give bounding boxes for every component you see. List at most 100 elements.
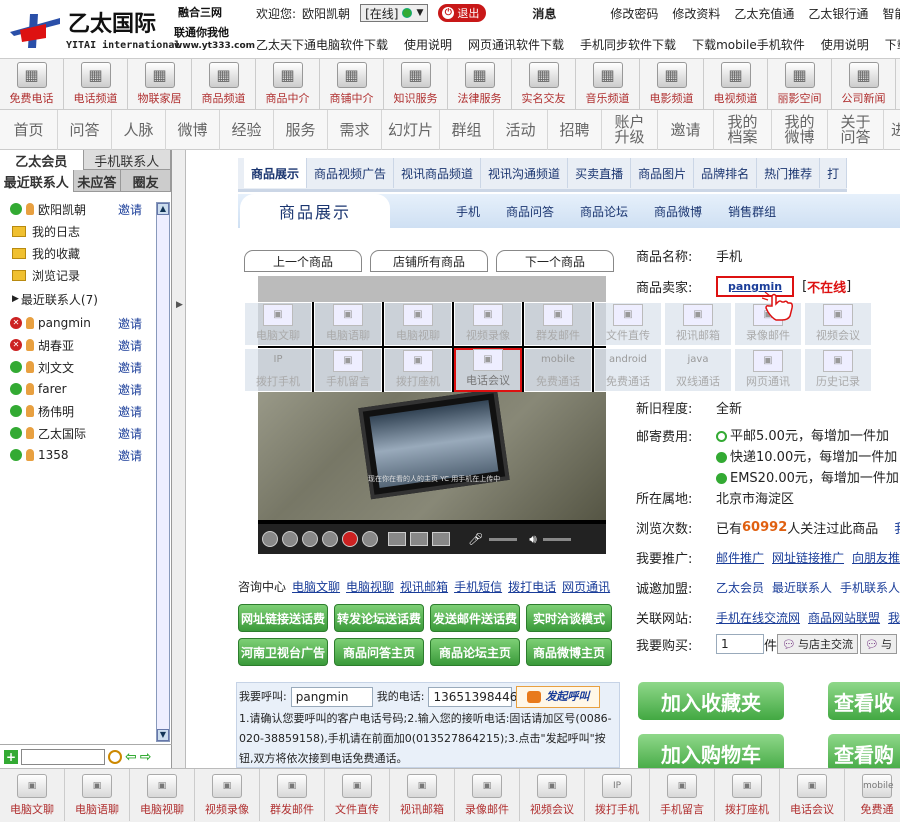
top-link-service[interactable]: 智能客服 — [882, 5, 900, 22]
nav-item-13[interactable]: 我的档案 — [714, 110, 772, 150]
overlay-action-5[interactable]: ▣ 文件直传 — [594, 302, 662, 346]
overlay-action-10[interactable]: ▣ 手机留言 — [314, 348, 382, 392]
contact-item[interactable]: ✕ pangmin 邀请 — [0, 312, 154, 334]
promo-button[interactable]: 商品论坛主页 — [430, 638, 520, 666]
related-link[interactable]: 我 — [888, 609, 900, 626]
promote-link[interactable]: 网址链接推广 — [772, 549, 844, 566]
invite-link[interactable]: 邀请 — [118, 201, 154, 218]
logout-button[interactable]: ⏻ 退出 — [438, 4, 487, 22]
invite-link[interactable]: 邀请 — [118, 447, 154, 464]
folder-item[interactable]: 浏览记录 — [0, 264, 154, 286]
mic-level-slider[interactable] — [489, 537, 518, 541]
top-link-recharge[interactable]: 乙太充值通 — [734, 5, 794, 22]
invite-link[interactable]: 邀请 — [118, 315, 154, 332]
shipping-option[interactable]: 平邮5.00元，每增加一件加 — [716, 426, 899, 447]
scroll-up-icon[interactable]: ▲ — [157, 203, 169, 215]
view-favorites-button[interactable]: 查看收 — [828, 682, 900, 720]
nav-item-9[interactable]: 活动 — [494, 110, 548, 150]
arrow-left-icon[interactable]: ⇦ — [125, 749, 137, 765]
invite-link[interactable]: 邀请 — [118, 381, 154, 398]
consult-link[interactable]: 拨打电话 — [508, 578, 556, 595]
promo-button[interactable]: 河南卫视台广告 — [238, 638, 328, 666]
content-tab-0[interactable]: 商品展示 — [244, 158, 308, 188]
channel-0[interactable]: ▦ 免费电话 — [0, 59, 64, 109]
invite-link[interactable]: 邀请 — [118, 359, 154, 376]
contact-search-input[interactable] — [21, 748, 105, 765]
quantity-input[interactable]: 1 — [716, 634, 764, 654]
search-icon[interactable] — [108, 749, 122, 764]
arrow-right-icon[interactable]: ⇨ — [140, 749, 152, 765]
nav-item-1[interactable]: 问答 — [58, 110, 112, 150]
speaker-icon[interactable]: 🔊︎ — [529, 532, 537, 547]
channel-1[interactable]: ▦ 电话频道 — [64, 59, 128, 109]
shipping-option[interactable]: EMS20.00元，每增加一件加 — [716, 468, 899, 489]
callee-input[interactable]: pangmin — [290, 687, 373, 707]
bottom-action-2[interactable]: ▣ 电脑视聊 — [130, 769, 195, 821]
invite-link[interactable]: 邀请 — [118, 337, 154, 354]
section-link[interactable]: 销售群组 — [728, 203, 776, 220]
microphone-icon[interactable]: 🎤︎ — [468, 532, 483, 546]
download-link[interactable]: 使用说明 — [821, 36, 869, 53]
prev-product-button[interactable]: 上一个商品 — [244, 250, 362, 272]
contact-item[interactable]: 乙太国际 邀请 — [0, 422, 154, 444]
consult-link[interactable]: 电脑视聊 — [346, 578, 394, 595]
channel-12[interactable]: ▦ 丽影空间 — [768, 59, 832, 109]
consult-link[interactable]: 电脑文聊 — [292, 578, 340, 595]
promo-button[interactable]: 商品微博主页 — [526, 638, 612, 666]
add-cart-button[interactable]: 加入购物车 — [638, 734, 784, 772]
overlay-action-11[interactable]: ▣ 拨打座机 — [384, 348, 452, 392]
nav-item-11[interactable]: 账户升级 — [602, 110, 658, 150]
tab-circle[interactable]: 圈友 — [121, 170, 171, 192]
overlay-action-8[interactable]: ▣ 视频会议 — [804, 302, 872, 346]
overlay-action-15[interactable]: java 双线通话 — [664, 348, 732, 392]
download-link[interactable]: 网页通讯软件下载 — [468, 36, 564, 53]
consult-link[interactable]: 视讯邮箱 — [400, 578, 448, 595]
overlay-action-14[interactable]: android 免费通话 — [594, 348, 662, 392]
status-select[interactable]: [在线] ▼ — [360, 4, 429, 22]
nav-item-2[interactable]: 人脉 — [112, 110, 166, 150]
group-header[interactable]: ▶ 最近联系人(7) — [0, 286, 154, 312]
nav-item-12[interactable]: 邀请 — [658, 110, 714, 150]
hangup-icon[interactable] — [342, 531, 358, 547]
nav-item-14[interactable]: 我的微博 — [772, 110, 828, 150]
bottom-action-1[interactable]: ▣ 电脑语聊 — [65, 769, 130, 821]
channel-5[interactable]: ▦ 商铺中介 — [320, 59, 384, 109]
folder-item[interactable]: 我的收藏 — [0, 242, 154, 264]
contact-item[interactable]: 杨伟明 邀请 — [0, 400, 154, 422]
bottom-action-3[interactable]: ▣ 视频录像 — [195, 769, 260, 821]
chat-button[interactable]: 💬︎ 与 — [859, 634, 897, 654]
nav-item-6[interactable]: 需求 — [328, 110, 382, 150]
sidebar-scrollbar[interactable]: ▲ ▼ — [156, 202, 170, 742]
invite-link[interactable]: 手机联系人 — [840, 579, 900, 596]
start-call-button[interactable]: 发起呼叫 — [516, 686, 601, 708]
channel-11[interactable]: ▦ 电视频道 — [704, 59, 768, 109]
bottom-action-0[interactable]: ▣ 电脑文聊 — [0, 769, 65, 821]
add-contact-button[interactable]: + — [4, 749, 18, 764]
content-tab-3[interactable]: 视讯沟通频道 — [481, 158, 569, 188]
channel-9[interactable]: ▦ 音乐频道 — [576, 59, 640, 109]
folder-item[interactable]: 我的日志 — [0, 220, 154, 242]
bottom-action-13[interactable]: mobile 免费通 — [845, 769, 900, 821]
promo-button[interactable]: 商品问答主页 — [334, 638, 424, 666]
overlay-action-0[interactable]: ▣ 电脑文聊 — [244, 302, 312, 346]
related-link[interactable]: 商品网站联盟 — [808, 609, 880, 626]
related-link[interactable]: 手机在线交流网 — [716, 609, 800, 626]
section-link[interactable]: 商品论坛 — [580, 203, 628, 220]
messages-link[interactable]: 消息 — [532, 5, 556, 22]
nav-item-0[interactable]: 首页 — [0, 110, 58, 150]
promo-button[interactable]: 网址链接送话费 — [238, 604, 328, 632]
shop-products-button[interactable]: 店铺所有商品 — [370, 250, 488, 272]
overlay-action-13[interactable]: mobile 免费通话 — [524, 348, 592, 392]
content-tab-5[interactable]: 商品图片 — [631, 158, 695, 188]
scroll-down-icon[interactable]: ▼ — [157, 729, 169, 741]
invite-link[interactable]: 邀请 — [118, 425, 154, 442]
shipping-option[interactable]: 快递10.00元，每增加一件加 — [716, 447, 899, 468]
volume-slider[interactable] — [542, 537, 571, 541]
top-link-password[interactable]: 修改密码 — [610, 5, 658, 22]
collapse-icon[interactable]: ▶ — [176, 300, 183, 310]
bottom-action-5[interactable]: ▣ 文件直传 — [325, 769, 390, 821]
logo[interactable]: 乙太国际 融合三网 联通你我他 YITAI international www.… — [4, 4, 255, 54]
promo-button[interactable]: 转发论坛送话费 — [334, 604, 424, 632]
bottom-action-7[interactable]: ▣ 录像邮件 — [455, 769, 520, 821]
nav-item-15[interactable]: 关于问答 — [828, 110, 884, 150]
